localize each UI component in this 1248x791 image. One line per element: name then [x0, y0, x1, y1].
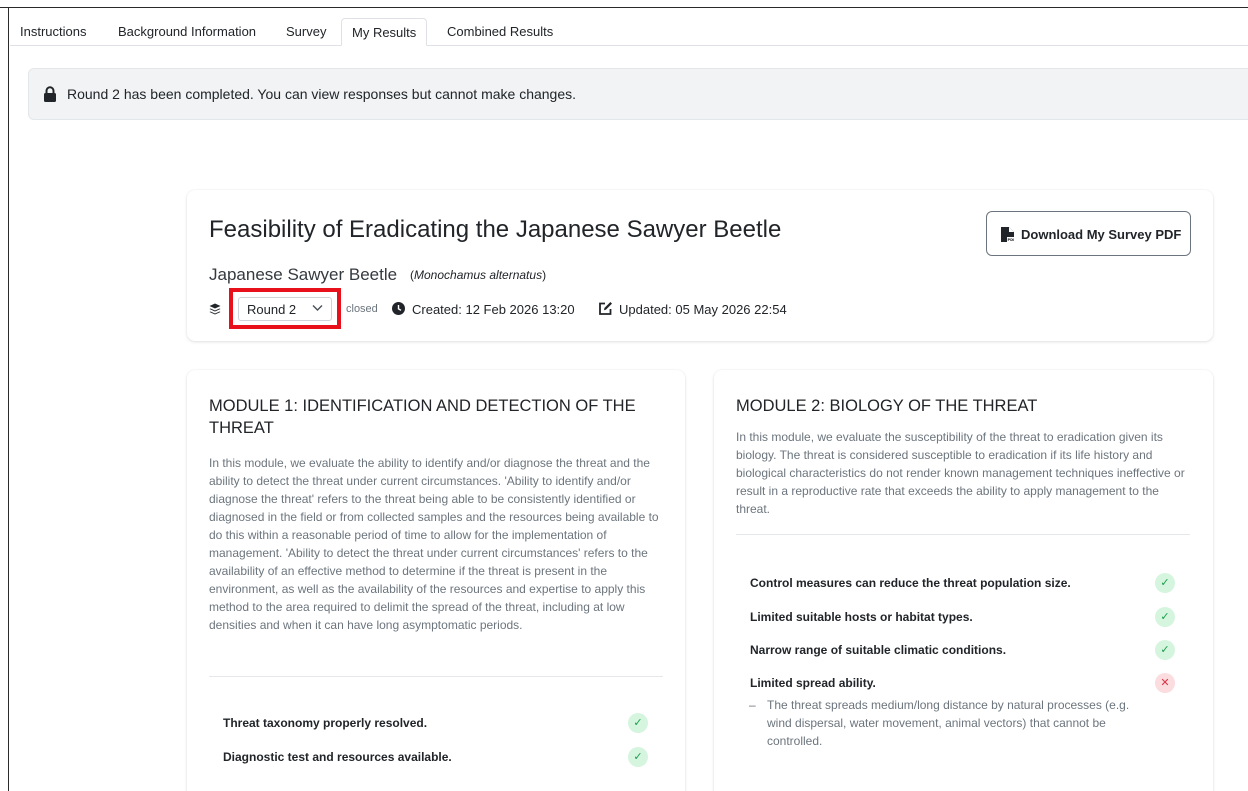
survey-meta-row: Round 2 closed Created: 12 Feb 2026 13:2… [209, 288, 909, 329]
tab-combined-results[interactable]: Combined Results [447, 18, 553, 46]
check-icon: ✓ [628, 713, 648, 733]
edit-icon [599, 302, 612, 315]
check-icon: ✓ [628, 747, 648, 767]
criterion-note-text: The threat spreads medium/long distance … [767, 698, 1130, 748]
clock-icon [392, 302, 405, 315]
criterion-label: Narrow range of suitable climatic condit… [750, 643, 1007, 657]
criterion-label: Control measures can reduce the threat p… [750, 576, 1071, 590]
species-scientific-name: (Monochamus alternatus) [410, 268, 547, 282]
download-pdf-label: Download My Survey PDF [1021, 227, 1182, 242]
module-1-title: MODULE 1: IDENTIFICATION AND DETECTION O… [209, 397, 636, 437]
page-title: Feasibility of Eradicating the Japanese … [209, 216, 782, 243]
layers-icon [209, 303, 221, 315]
criterion-label: Limited suitable hosts or habitat types. [750, 610, 973, 624]
window-frame-left [0, 8, 9, 791]
round-completed-alert: Round 2 has been completed. You can view… [28, 68, 1248, 120]
tab-my-results[interactable]: My Results [341, 18, 428, 46]
criterion-note: – The threat spreads medium/long distanc… [749, 696, 1147, 750]
cross-icon: ✕ [1155, 673, 1175, 693]
lock-icon [44, 86, 56, 102]
download-pdf-button[interactable]: PDF Download My Survey PDF [986, 211, 1191, 256]
criterion-label: Threat taxonomy properly resolved. [223, 716, 428, 730]
tab-survey[interactable]: Survey [286, 18, 326, 46]
module-2-divider [736, 534, 1190, 535]
module-2-description: In this module, we evaluate the suscepti… [736, 430, 1185, 516]
check-icon: ✓ [1155, 640, 1175, 660]
round-select[interactable]: Round 2 [238, 297, 332, 321]
created-timestamp: Created: 12 Feb 2026 13:20 [412, 302, 575, 317]
tab-instructions[interactable]: Instructions [20, 18, 86, 46]
chevron-down-icon [312, 305, 323, 311]
dash-bullet: – [749, 698, 756, 712]
updated-timestamp: Updated: 05 May 2026 22:54 [619, 302, 787, 317]
criterion-label: Limited spread ability. [750, 676, 876, 690]
survey-header-card: Feasibility of Eradicating the Japanese … [187, 190, 1213, 341]
species-common-name: Japanese Sawyer Beetle [209, 265, 398, 284]
window-frame-top [0, 0, 1248, 8]
module-2-card: MODULE 2: BIOLOGY OF THE THREAT In this … [714, 370, 1213, 791]
svg-text:PDF: PDF [1008, 238, 1015, 242]
round-select-value: Round 2 [247, 302, 297, 317]
module-1-card: MODULE 1: IDENTIFICATION AND DETECTION O… [187, 370, 685, 791]
check-icon: ✓ [1155, 573, 1175, 593]
file-pdf-icon: PDF [1001, 227, 1014, 242]
tab-background-information[interactable]: Background Information [118, 18, 256, 46]
module-1-description: In this module, we evaluate the ability … [209, 456, 659, 632]
check-icon: ✓ [1155, 607, 1175, 627]
module-1-divider [209, 676, 663, 677]
round-status-label: closed [346, 303, 378, 315]
module-2-title: MODULE 2: BIOLOGY OF THE THREAT [736, 397, 1038, 415]
alert-message: Round 2 has been completed. You can view… [67, 86, 577, 102]
tab-bar: Instructions Background Information Surv… [10, 18, 1248, 46]
criterion-label: Diagnostic test and resources available. [223, 750, 452, 764]
